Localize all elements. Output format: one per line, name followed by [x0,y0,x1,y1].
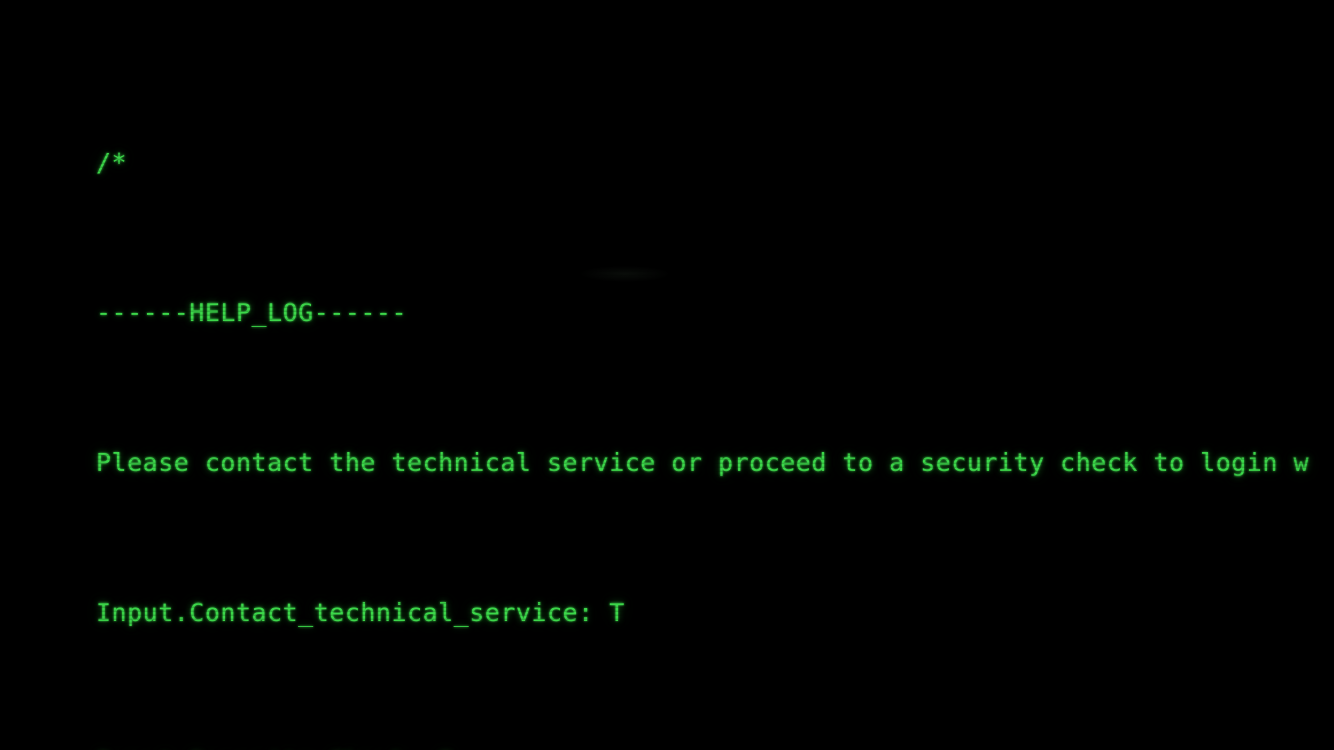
help-log-header-line: ------HELP_LOG------ [96,298,408,327]
comment-open-line: /* [96,148,128,177]
terminal-screen: /* ------HELP_LOG------ Please contact t… [0,0,1334,750]
terminal-output: /* ------HELP_LOG------ Please contact t… [96,0,1334,750]
help-instruction-line: Please contact the technical service or … [96,448,1309,477]
input-contact-technical-service-line: Input.Contact_technical_service: T [96,598,625,627]
input-security-check-line: Input.Security_Check: S [96,738,1334,750]
